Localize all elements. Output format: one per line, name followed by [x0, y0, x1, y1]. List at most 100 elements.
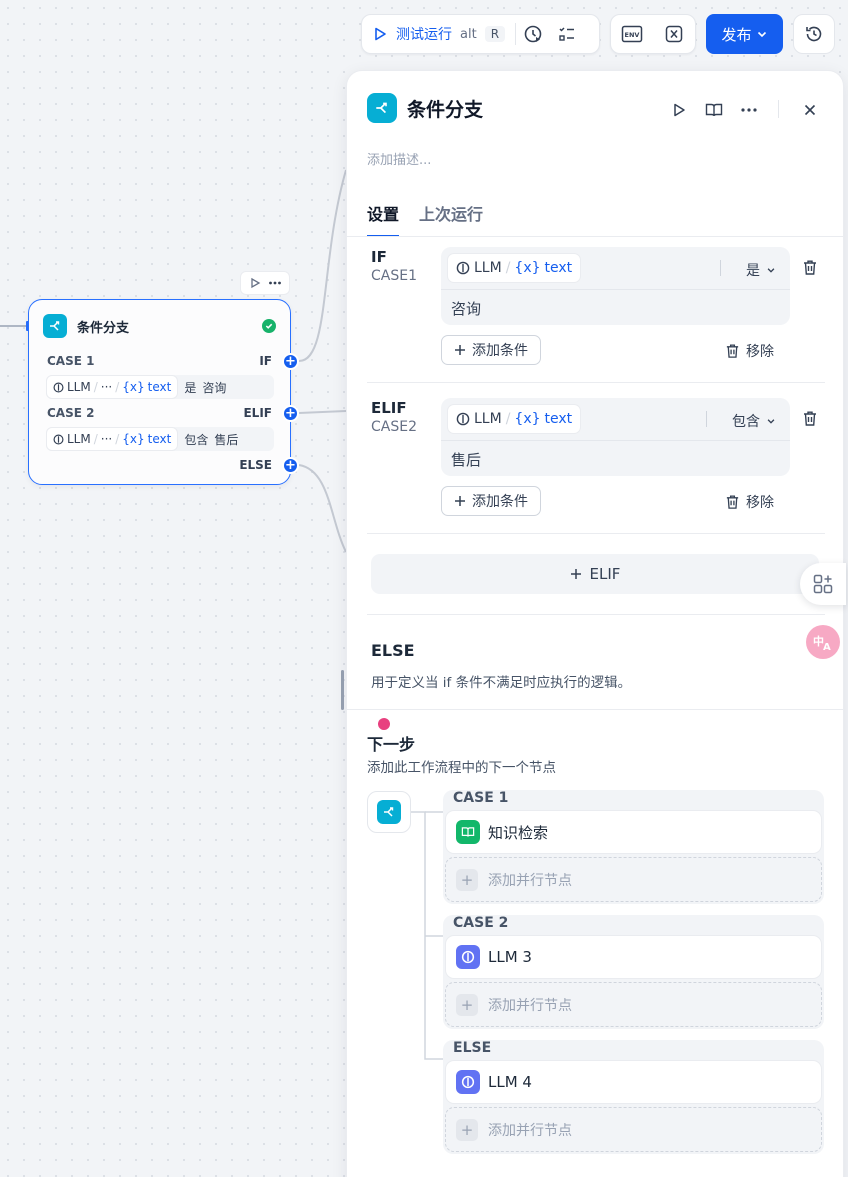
next-step-title: 下一步: [367, 735, 416, 754]
add-parallel-node-button[interactable]: + 添加并行节点: [445, 982, 822, 1027]
case2-kind: ELIF: [243, 406, 272, 420]
llm-icon: [456, 412, 470, 426]
more-button[interactable]: [737, 98, 761, 122]
case2-variable-selector[interactable]: LLM / {x} text: [447, 404, 582, 434]
case1-condition: LLM / ··· / {x} text 是 咨询: [46, 375, 274, 399]
case1-condition: LLM / {x} text 是 咨询: [441, 247, 790, 325]
branch-next-node[interactable]: 知识检索: [445, 810, 822, 854]
branch-icon: [377, 800, 401, 824]
shortcut-mod: alt: [460, 26, 477, 42]
case2-value: 售后: [214, 432, 239, 447]
translate-icon: 中A: [806, 625, 840, 659]
llm-icon: [456, 945, 480, 969]
branch-next-node[interactable]: LLM 4: [445, 1060, 822, 1104]
var-prefix: {x}: [514, 260, 541, 276]
add-condition-label: 添加条件: [472, 343, 528, 359]
panel-resize-handle[interactable]: [341, 670, 344, 710]
case2-name: CASE2: [371, 419, 417, 435]
version-history-button[interactable]: [793, 14, 835, 54]
case2-condition: LLM / ··· / {x} text 包含 售后: [46, 427, 274, 451]
case1-remove-button[interactable]: 移除: [725, 341, 774, 361]
case2-operator: 包含: [732, 414, 760, 430]
case2-operator-select[interactable]: 包含: [732, 411, 776, 431]
remove-label: 移除: [746, 344, 774, 360]
chevron-down-icon: [767, 419, 775, 424]
branch-label: CASE 2: [453, 915, 509, 931]
else-title: ELSE: [371, 641, 415, 660]
node-name: LLM 3: [488, 948, 532, 966]
translate-float-button[interactable]: 中A: [800, 621, 846, 663]
branch-icon: [367, 93, 397, 123]
history-icon: [806, 26, 822, 42]
add-parallel-node-button[interactable]: + 添加并行节点: [445, 1107, 822, 1152]
case2-remove-button[interactable]: 移除: [725, 492, 774, 512]
node-header: 条件分支: [43, 314, 129, 338]
add-elif-button[interactable]: ELIF: [371, 554, 819, 594]
case1-value: 咨询: [202, 380, 227, 395]
case1-kind: IF: [259, 354, 272, 368]
checklist-button[interactable]: [550, 15, 584, 53]
case1-add-condition-button[interactable]: 添加条件: [441, 335, 541, 365]
shortcut-key: R: [484, 26, 506, 42]
trash-icon: [726, 344, 739, 358]
tab-settings[interactable]: 设置: [367, 201, 400, 237]
delete-case1-button[interactable]: [799, 256, 821, 278]
llm-icon: [456, 261, 470, 275]
close-icon: [804, 104, 816, 116]
case1-name: CASE 1: [47, 354, 95, 368]
case1-variable: LLM / ··· / {x} text: [46, 375, 179, 399]
node-settings-panel: 条件分支 添加描述... 设置 上次运行 IF CASE1 LLM / {x} …: [346, 70, 844, 1177]
branch-label: ELSE: [453, 1040, 492, 1056]
add-parallel-node-button[interactable]: + 添加并行节点: [445, 857, 822, 902]
variable-button[interactable]: [653, 15, 695, 53]
add-elif-label: ELIF: [589, 565, 621, 583]
llm-icon: [53, 382, 64, 392]
description-input[interactable]: 添加描述...: [367, 149, 431, 168]
variable-icon: [665, 25, 683, 43]
plus-icon: [570, 569, 581, 579]
branch-next-node[interactable]: LLM 3: [445, 935, 822, 979]
notification-dot: [378, 718, 390, 730]
case2-ellipsis: ···: [100, 432, 113, 446]
book-icon: [705, 103, 723, 117]
source-node: [367, 791, 411, 833]
more-icon[interactable]: [268, 277, 282, 289]
delete-case2-button[interactable]: [799, 407, 821, 429]
if-else-node[interactable]: 条件分支 CASE 1 IF LLM / ··· / {x} text 是 咨询…: [28, 299, 291, 485]
case1-operator-select[interactable]: 是: [746, 260, 776, 280]
test-run-button[interactable]: 测试运行 alt R: [362, 15, 515, 53]
case1-variable-selector[interactable]: LLM / {x} text: [447, 253, 582, 283]
add-condition-label: 添加条件: [472, 494, 528, 510]
run-toolbar: 测试运行 alt R: [361, 14, 600, 54]
node-name: LLM 4: [488, 1073, 532, 1091]
var-prefix: {x}: [514, 411, 541, 427]
case2-value-input[interactable]: 售后: [451, 449, 481, 470]
case2-add-condition-button[interactable]: 添加条件: [441, 486, 541, 516]
docs-button[interactable]: [702, 98, 726, 122]
else-description: 用于定义当 if 条件不满足时应执行的逻辑。: [371, 675, 632, 691]
apps-float-button[interactable]: [800, 563, 846, 605]
branch-case1: CASE 1 知识检索 + 添加并行节点: [443, 790, 824, 904]
run-history-button[interactable]: [516, 15, 550, 53]
case2-variable: LLM / ··· / {x} text: [46, 427, 179, 451]
publish-button[interactable]: 发布: [706, 14, 783, 54]
case1-value-input[interactable]: 咨询: [451, 298, 481, 319]
case1-operator: 是: [184, 380, 197, 395]
elif-source-handle[interactable]: +: [282, 405, 299, 422]
else-source-handle[interactable]: +: [282, 457, 299, 474]
chevron-down-icon: [757, 31, 766, 38]
add-parallel-label: 添加并行节点: [488, 1122, 572, 1139]
else-label: ELSE: [239, 458, 272, 472]
run-node-button[interactable]: [667, 98, 691, 122]
tab-last-run[interactable]: 上次运行: [419, 201, 483, 237]
plus-icon: +: [456, 993, 478, 1016]
checklist-icon: [559, 27, 575, 41]
publish-label: 发布: [721, 25, 752, 44]
case1-var: text: [544, 260, 573, 276]
play-icon[interactable]: [249, 277, 261, 289]
env-button[interactable]: ENV: [611, 15, 653, 53]
panel-title: 条件分支: [407, 99, 484, 121]
node-quick-actions: [240, 271, 290, 295]
if-source-handle[interactable]: +: [282, 353, 299, 370]
close-panel-button[interactable]: [798, 98, 822, 122]
